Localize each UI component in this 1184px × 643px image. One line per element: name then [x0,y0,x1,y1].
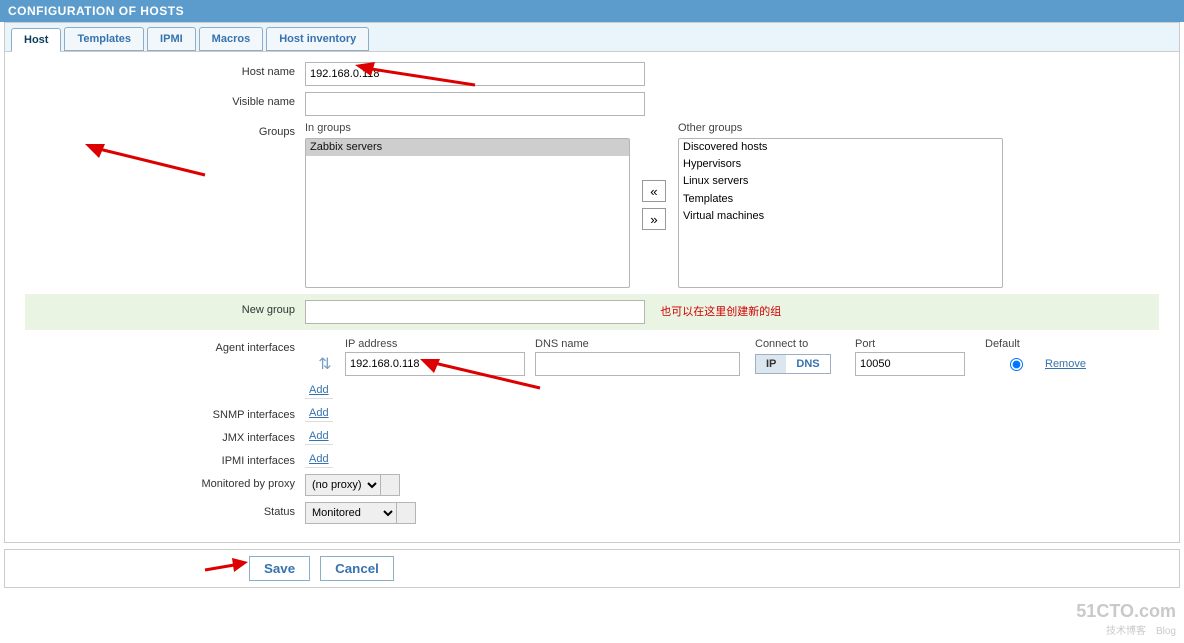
snmp-add-link[interactable]: Add [305,405,333,422]
ipmi-add-link[interactable]: Add [305,451,333,468]
watermark: 51CTO.com技术博客 Blog [1076,601,1176,637]
proxy-label: Monitored by proxy [25,474,305,490]
connect-to-column: Connect to [755,338,855,350]
agent-port-input[interactable] [855,352,965,376]
agent-ip-input[interactable] [345,352,525,376]
main-panel: Host Templates IPMI Macros Host inventor… [4,22,1180,543]
other-groups-option[interactable]: Templates [679,191,1002,208]
tab-host[interactable]: Host [11,28,61,52]
agent-remove-link[interactable]: Remove [1045,358,1086,370]
arrow-annotation-icon [85,140,215,180]
dns-name-column: DNS name [535,338,755,350]
tab-ipmi[interactable]: IPMI [147,27,196,51]
port-column: Port [855,338,985,350]
drag-handle-icon[interactable]: ⇅ [305,354,345,374]
other-groups-option[interactable]: Hypervisors [679,156,1002,173]
agent-if-label: Agent interfaces [25,338,305,354]
ipmi-if-label: IPMI interfaces [25,451,305,467]
tab-templates[interactable]: Templates [64,27,144,51]
default-column: Default [985,338,1045,350]
jmx-if-label: JMX interfaces [25,428,305,444]
new-group-input[interactable] [305,300,645,324]
status-select[interactable]: Monitored [306,503,396,523]
visible-name-label: Visible name [25,92,305,108]
other-groups-label: Other groups [678,122,1003,134]
tab-host-inventory[interactable]: Host inventory [266,27,369,51]
footer-bar: Save Cancel [4,549,1180,588]
connect-dns-button[interactable]: DNS [786,355,829,373]
in-groups-list[interactable]: Zabbix servers [305,138,630,288]
host-form: Host name Visible name Groups In groups … [5,52,1179,540]
other-groups-option[interactable]: Virtual machines [679,208,1002,225]
other-groups-list[interactable]: Discovered hosts Hypervisors Linux serve… [678,138,1003,288]
other-groups-option[interactable]: Linux servers [679,173,1002,190]
tab-bar: Host Templates IPMI Macros Host inventor… [5,23,1179,52]
arrow-annotation-icon [200,554,250,576]
agent-add-link[interactable]: Add [305,382,333,399]
in-groups-option[interactable]: Zabbix servers [306,139,629,156]
save-button[interactable]: Save [249,556,310,581]
agent-default-radio[interactable] [1010,358,1023,371]
snmp-if-label: SNMP interfaces [25,405,305,421]
cancel-button[interactable]: Cancel [320,556,394,581]
visible-name-input[interactable] [305,92,645,116]
tab-macros[interactable]: Macros [199,27,264,51]
ip-address-column: IP address [345,338,535,350]
jmx-add-link[interactable]: Add [305,428,333,445]
host-name-label: Host name [25,62,305,78]
connect-ip-button[interactable]: IP [756,355,786,373]
new-group-note: 也可以在这里创建新的组 [660,306,781,318]
chevron-down-icon [396,503,415,523]
other-groups-option[interactable]: Discovered hosts [679,139,1002,156]
groups-label: Groups [25,122,305,138]
group-move-right-button[interactable]: » [642,208,666,230]
new-group-label: New group [25,300,305,316]
host-name-input[interactable] [305,62,645,86]
group-move-left-button[interactable]: « [642,180,666,202]
status-label: Status [25,502,305,518]
proxy-select[interactable]: (no proxy) [306,475,380,495]
chevron-down-icon [380,475,399,495]
agent-dns-input[interactable] [535,352,740,376]
page-header: CONFIGURATION OF HOSTS [0,0,1184,22]
connect-to-group: IPDNS [755,354,831,374]
in-groups-label: In groups [305,122,630,134]
